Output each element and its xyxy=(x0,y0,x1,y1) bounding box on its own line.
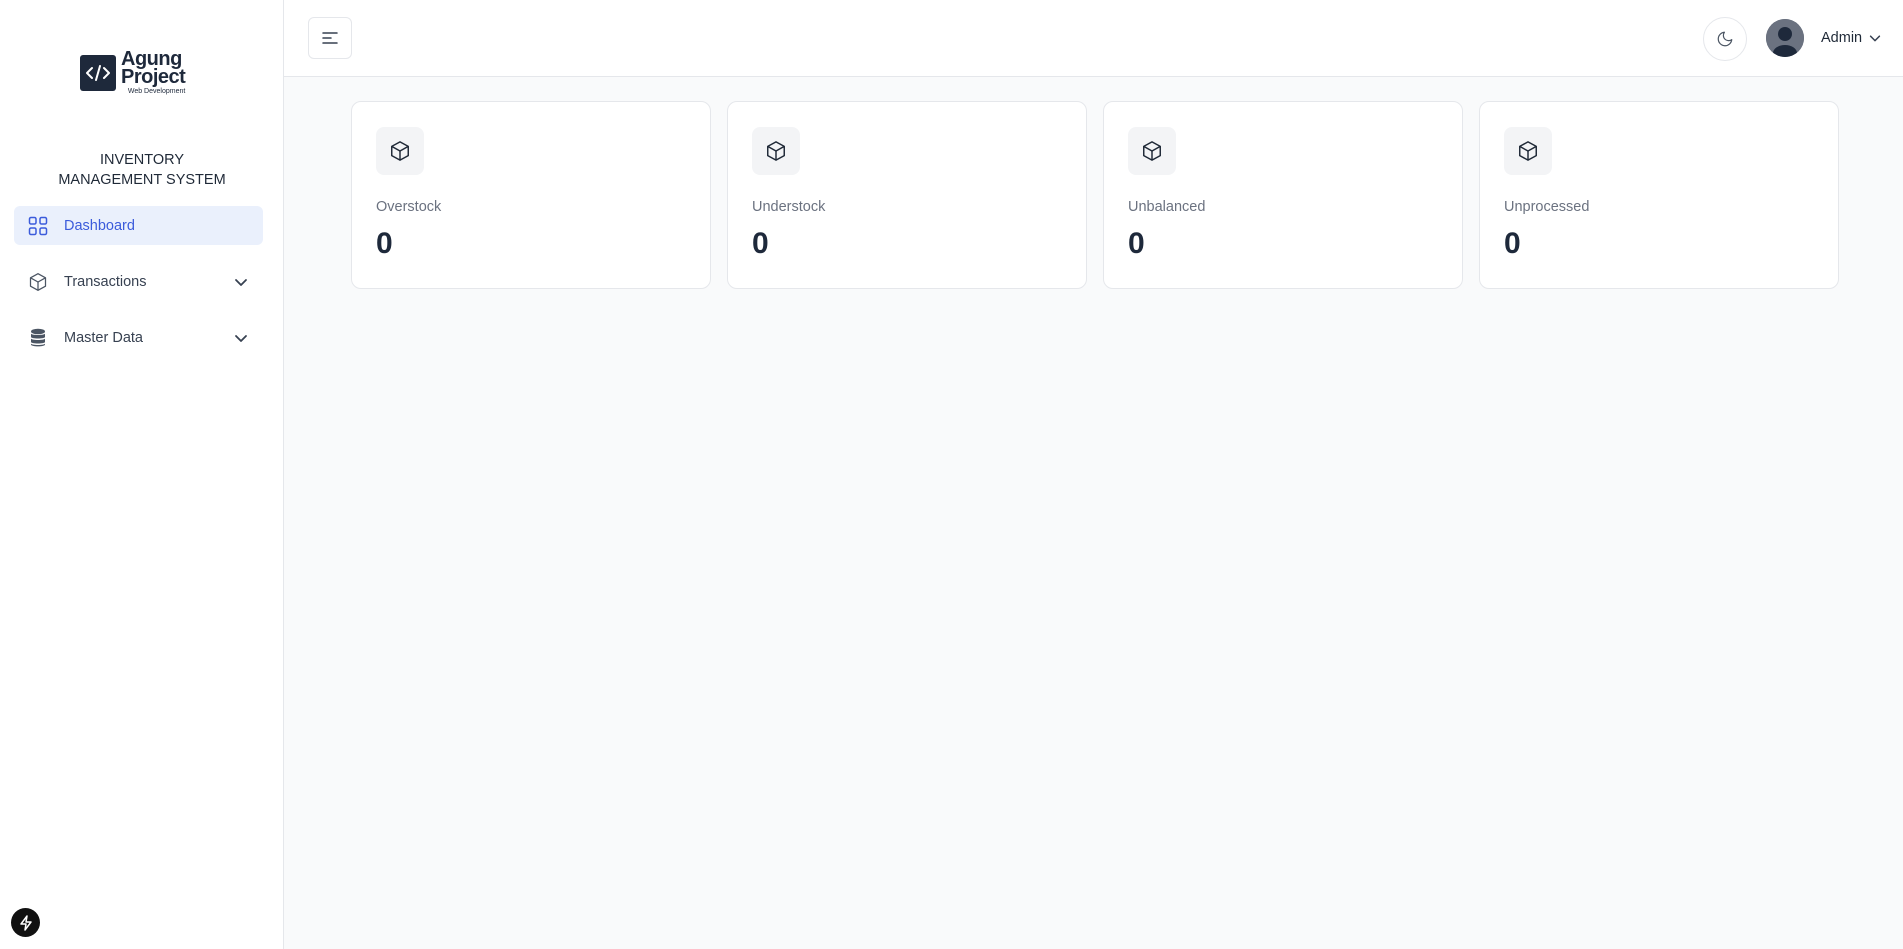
sidebar: Agung Project Web Development INVENTORY … xyxy=(0,0,284,949)
sidebar-item-master-data[interactable]: Master Data xyxy=(14,318,263,357)
user-menu[interactable]: Admin xyxy=(1766,19,1882,57)
grid-icon xyxy=(28,216,48,236)
stat-value: 0 xyxy=(1504,227,1521,260)
avatar[interactable] xyxy=(1766,19,1804,57)
code-icon xyxy=(80,54,116,91)
moon-icon xyxy=(1717,31,1733,47)
stat-card-unbalanced: Unbalanced 0 xyxy=(1103,101,1463,289)
logo-title-line2: Project xyxy=(121,66,186,88)
stat-card-overstock: Overstock 0 xyxy=(351,101,711,289)
brand-logo[interactable]: Agung Project Web Development xyxy=(80,49,186,95)
menu-icon xyxy=(322,32,338,44)
stat-card-unprocessed: Unprocessed 0 xyxy=(1479,101,1839,289)
app-title: INVENTORY MANAGEMENT SYSTEM xyxy=(58,152,226,188)
stat-value: 0 xyxy=(752,227,769,260)
sidebar-item-transactions[interactable]: Transactions xyxy=(14,262,263,301)
stat-label: Unbalanced xyxy=(1128,199,1206,215)
stats-cards: Overstock 0 Understock 0 Unbalanced 0 Un… xyxy=(351,101,1839,289)
database-icon xyxy=(28,328,48,348)
sidebar-item-label: Dashboard xyxy=(64,217,135,234)
lightning-icon[interactable] xyxy=(11,908,40,937)
chevron-down-icon[interactable] xyxy=(1868,31,1882,45)
stat-label: Unprocessed xyxy=(1504,199,1590,215)
chevron-down-icon[interactable] xyxy=(233,274,249,290)
box-icon xyxy=(376,127,424,175)
sidebar-toggle-button[interactable] xyxy=(308,17,352,59)
user-name[interactable]: Admin xyxy=(1821,30,1862,46)
stat-value: 0 xyxy=(376,227,393,260)
box-icon xyxy=(28,272,48,292)
logo-subtitle: Web Development xyxy=(127,88,186,95)
stat-card-understock: Understock 0 xyxy=(727,101,1087,289)
stat-label: Overstock xyxy=(376,199,442,215)
stat-label: Understock xyxy=(752,199,826,215)
chevron-down-icon[interactable] xyxy=(233,330,249,346)
sidebar-item-label: Transactions xyxy=(64,273,147,290)
top-header: Admin xyxy=(284,0,1903,77)
sidebar-item-label: Master Data xyxy=(64,329,143,346)
box-icon xyxy=(752,127,800,175)
sidebar-item-dashboard[interactable]: Dashboard xyxy=(14,206,263,245)
sidebar-nav: Dashboard Transactions Master Data xyxy=(14,206,263,374)
box-icon xyxy=(1128,127,1176,175)
box-icon xyxy=(1504,127,1552,175)
theme-toggle-button[interactable] xyxy=(1703,17,1747,61)
stat-value: 0 xyxy=(1128,227,1145,260)
